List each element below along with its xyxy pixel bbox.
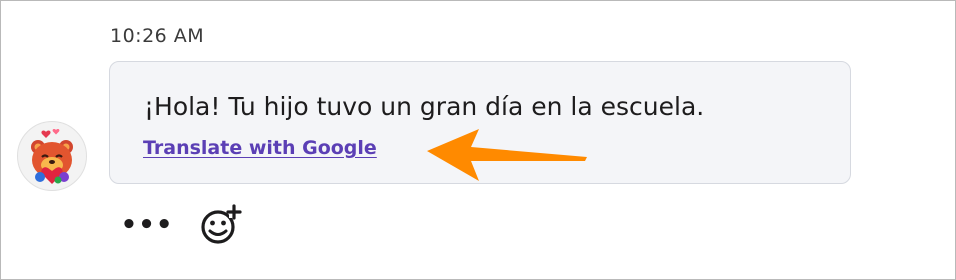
message-text: ¡Hola! Tu hijo tuvo un gran día en la es…: [144, 92, 705, 121]
translate-with-google-link[interactable]: Translate with Google: [143, 137, 377, 159]
arrow-left-icon: [427, 129, 587, 181]
sender-avatar[interactable]: [17, 121, 87, 191]
more-dots-icon: •••: [120, 210, 174, 240]
more-options-button[interactable]: •••: [121, 205, 173, 245]
bear-avatar-icon: [31, 128, 73, 184]
add-reaction-icon: [201, 204, 242, 244]
message-panel: 10:26 AM ¡Hola! Tu hijo tuvo un gran día…: [0, 0, 956, 280]
message-timestamp: 10:26 AM: [110, 25, 205, 47]
message-actions: •••: [121, 201, 245, 249]
add-reaction-button[interactable]: [197, 201, 245, 249]
